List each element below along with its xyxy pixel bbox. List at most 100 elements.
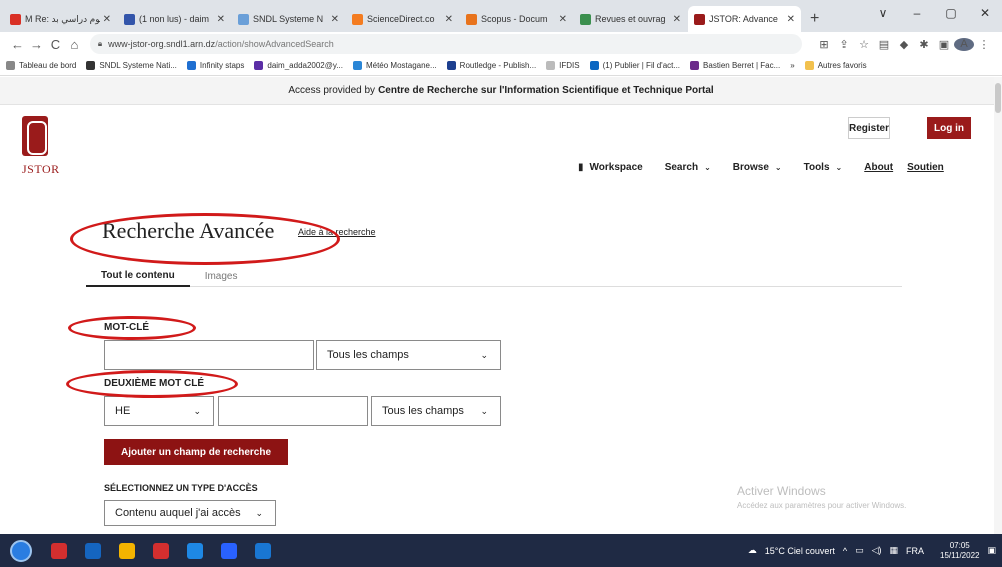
start-button[interactable] — [10, 539, 32, 562]
bookmark-label: SNDL Systeme Nati... — [99, 61, 177, 70]
field-scope-select-2[interactable]: Tous les champs ⌄ — [371, 396, 501, 426]
bookmark-favicon-icon — [254, 61, 264, 70]
forward-icon[interactable]: → — [27, 37, 46, 52]
tab-images[interactable]: Images — [190, 265, 253, 287]
nav-workspace[interactable]: ▮ Workspace — [578, 162, 643, 173]
access-type-select[interactable]: Contenu auquel j'ai accès ⌄ — [104, 500, 276, 526]
close-window-icon[interactable]: ✕ — [968, 6, 1002, 20]
bookmark-item[interactable]: Infinity staps — [186, 61, 244, 70]
keyword-input[interactable] — [104, 340, 314, 370]
bookmarks-overflow-button[interactable]: » — [790, 61, 794, 70]
taskbar-app-icon[interactable] — [119, 542, 135, 559]
translate-icon[interactable]: ⊞ — [814, 38, 834, 51]
page-scrollbar[interactable] — [994, 77, 1002, 534]
bookmark-item[interactable]: Météo Mostagane... — [352, 61, 437, 70]
close-icon[interactable]: ✕ — [787, 14, 795, 25]
browser-tab[interactable]: ScienceDirect.co ✕ — [346, 6, 459, 32]
extension-icon[interactable]: ◆ — [894, 38, 914, 51]
taskbar-app-icon[interactable] — [51, 542, 67, 559]
clock[interactable]: 07:05 15/11/2022 — [932, 541, 979, 561]
windows-activation-watermark: Activer Windows Accédez aux paramètres p… — [737, 484, 906, 510]
sidebar-icon[interactable]: ▣ — [934, 38, 954, 51]
taskbar-app-icon[interactable] — [255, 542, 271, 559]
bookmark-item[interactable]: Routledge - Publish... — [446, 61, 536, 70]
toolbar-actions: ⊞ ⇪ ☆ ▤ ◆ ✱ ▣ A ⋮ — [814, 37, 994, 51]
login-button[interactable]: Log in — [927, 117, 971, 139]
reload-icon[interactable]: C — [46, 37, 65, 52]
close-icon[interactable]: ✕ — [217, 14, 225, 25]
new-tab-button[interactable]: + — [802, 10, 827, 32]
tab-all-content[interactable]: Tout le contenu — [86, 265, 190, 287]
url-input[interactable]: 🔒︎ www-jstor-org.sndl1.arn.dz/action/sho… — [89, 34, 802, 54]
nav-tools[interactable]: Tools ⌄ — [804, 162, 843, 173]
access-institution: Centre de Recherche sur l'Information Sc… — [378, 85, 714, 96]
star-icon[interactable]: ☆ — [854, 38, 874, 51]
taskbar-app-icon[interactable] — [153, 542, 169, 559]
bookmarks-bar: Tableau de bord SNDL Systeme Nati... Inf… — [0, 56, 1002, 76]
notification-icon[interactable]: ▣ — [987, 545, 996, 556]
other-bookmarks[interactable]: Autres favoris — [804, 61, 867, 70]
add-search-field-button[interactable]: Ajouter un champ de recherche — [104, 439, 288, 465]
minimize-icon[interactable]: – — [900, 6, 934, 20]
taskbar-app-icon[interactable] — [85, 542, 101, 559]
annotation-oval — [66, 370, 238, 398]
bookmark-favicon-icon — [86, 61, 96, 70]
bookmark-item[interactable]: daim_adda2002@y... — [254, 61, 343, 70]
taskbar-app-icon[interactable] — [187, 542, 203, 559]
close-icon[interactable]: ✕ — [673, 14, 681, 25]
scrollbar-thumb[interactable] — [995, 83, 1001, 113]
taskbar-app-icon[interactable] — [221, 542, 237, 559]
bookmark-item[interactable]: Bastien Berret | Fac... — [690, 61, 780, 70]
bookmark-item[interactable]: IFDIS — [546, 61, 580, 70]
nav-browse[interactable]: Browse ⌄ — [733, 162, 782, 173]
bookmark-favicon-icon — [546, 61, 556, 70]
chevron-down-icon: ⌄ — [193, 405, 201, 416]
bookmark-item[interactable]: SNDL Systeme Nati... — [86, 61, 177, 70]
boolean-operator-select[interactable]: HE ⌄ — [104, 396, 214, 426]
browser-tab-active[interactable]: JSTOR: Advance ✕ — [688, 6, 801, 32]
reading-list-icon[interactable]: ▤ — [874, 38, 894, 51]
bookmark-item[interactable]: (1) Publier | Fil d'act... — [589, 61, 680, 70]
close-icon[interactable]: ✕ — [559, 14, 567, 25]
browser-tab[interactable]: Revues et ouvrag ✕ — [574, 6, 687, 32]
annotation-oval — [70, 213, 340, 265]
close-icon[interactable]: ✕ — [331, 14, 339, 25]
weather-icon[interactable]: ☁ — [748, 545, 757, 556]
puzzle-icon[interactable]: ✱ — [914, 38, 934, 51]
bookmark-item[interactable]: Tableau de bord — [6, 61, 76, 70]
bookmark-favicon-icon — [446, 61, 456, 70]
bookmark-label: Bastien Berret | Fac... — [703, 61, 781, 70]
browser-tab[interactable]: (1 non lus) - daim ✕ — [118, 6, 231, 32]
browser-tab[interactable]: SNDL Systeme N ✕ — [232, 6, 345, 32]
nav-search[interactable]: Search ⌄ — [665, 162, 711, 173]
maximize-icon[interactable]: ▢ — [934, 6, 968, 20]
volume-icon[interactable]: ◁) — [872, 545, 882, 556]
second-keyword-input[interactable] — [218, 396, 368, 426]
nav-soutien[interactable]: Soutien — [907, 162, 944, 173]
network-icon[interactable]: ▭ — [855, 545, 864, 556]
watermark-line: Accédez aux paramètres pour activer Wind… — [737, 501, 907, 510]
profile-avatar[interactable]: A — [954, 37, 974, 51]
tab-search-icon[interactable]: ∨ — [866, 6, 900, 20]
field-scope-select-1[interactable]: Tous les champs ⌄ — [316, 340, 501, 370]
nav-about[interactable]: About — [864, 162, 893, 173]
register-button[interactable]: Register — [848, 117, 890, 139]
tab-label: (1 non lus) - daim — [139, 14, 210, 24]
keyboard-icon[interactable]: ▦ — [890, 545, 899, 556]
close-icon[interactable]: ✕ — [445, 14, 453, 25]
tab-favicon-icon — [124, 13, 135, 25]
language-indicator[interactable]: FRA — [906, 546, 924, 556]
browser-tab[interactable]: M Re: يوم دراسي بد ✕ — [4, 6, 117, 32]
access-prefix: Access provided by — [288, 85, 376, 96]
share-icon[interactable]: ⇪ — [834, 38, 854, 51]
home-icon[interactable]: ⌂ — [65, 37, 84, 52]
browser-tab[interactable]: Scopus - Docum ✕ — [460, 6, 573, 32]
weather-text[interactable]: 15°C Ciel couvert — [765, 546, 835, 556]
bookmark-favicon-icon — [690, 61, 700, 70]
back-icon[interactable]: ← — [8, 37, 27, 52]
menu-icon[interactable]: ⋮ — [974, 38, 994, 51]
jstor-logo[interactable]: JSTOR — [22, 116, 59, 178]
close-icon[interactable]: ✕ — [103, 14, 111, 25]
tray-expand-icon[interactable]: ^ — [843, 546, 847, 556]
browser-tab-strip: M Re: يوم دراسي بد ✕ (1 non lus) - daim … — [0, 0, 1002, 32]
